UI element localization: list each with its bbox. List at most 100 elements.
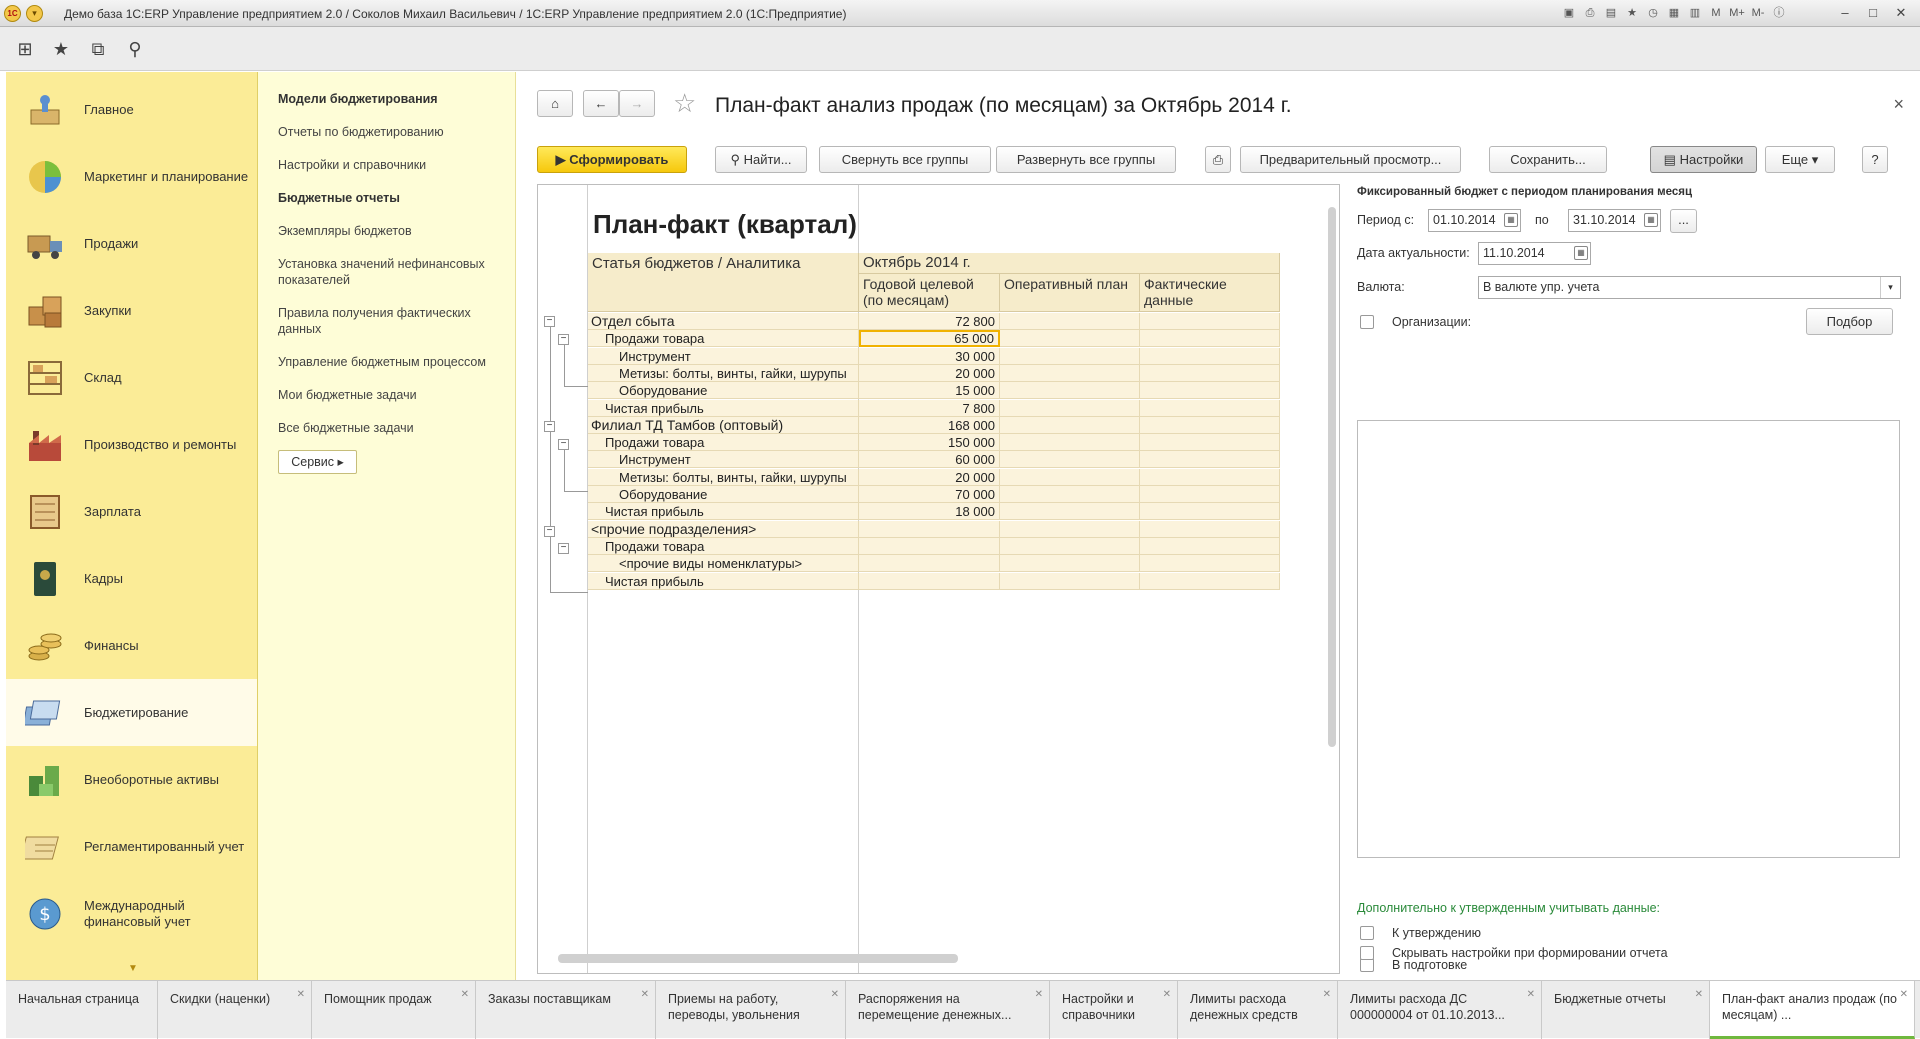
close-tab-icon[interactable]: ✕ (1900, 987, 1908, 1003)
window-tab[interactable]: Распоряжения на перемещение денежных... ✕ (846, 981, 1050, 1039)
close-tab-icon[interactable]: ✕ (461, 987, 469, 1003)
minimize-button[interactable]: – (1834, 4, 1856, 22)
calendar-icon[interactable]: ▦ (1574, 246, 1588, 260)
row-operative-value[interactable] (1000, 399, 1140, 417)
section-sales[interactable]: Продажи (6, 210, 257, 277)
calculator-icon[interactable]: ▦ (1665, 5, 1683, 22)
subnav-settings[interactable]: Настройки и справочники (278, 157, 508, 173)
zoom-minus-button[interactable]: M- (1749, 5, 1767, 22)
organizations-list[interactable] (1357, 420, 1900, 858)
row-annual-value[interactable] (859, 555, 1000, 573)
section-regulated-accounting[interactable]: Регламентированный учет (6, 813, 257, 880)
row-fact-value[interactable] (1140, 451, 1280, 469)
section-salary[interactable]: Зарплата (6, 478, 257, 545)
favorites-star-icon[interactable]: ★ (49, 37, 73, 61)
close-tab-icon[interactable]: ✕ (641, 987, 649, 1003)
row-operative-value[interactable] (1000, 572, 1140, 590)
organizations-checkbox[interactable] (1360, 315, 1374, 329)
row-fact-value[interactable] (1140, 364, 1280, 382)
in-prep-checkbox[interactable] (1360, 958, 1374, 972)
subnav-budget-reports-header[interactable]: Бюджетные отчеты (278, 190, 508, 206)
row-operative-value[interactable] (1000, 486, 1140, 503)
row-annual-value[interactable]: 150 000 (859, 434, 1000, 452)
row-operative-value[interactable] (1000, 503, 1140, 521)
find-button[interactable]: ⚲ Найти... (715, 146, 807, 173)
row-operative-value[interactable] (1000, 434, 1140, 452)
zoom-plus-button[interactable]: M+ (1728, 5, 1746, 22)
row-fact-value[interactable] (1140, 468, 1280, 486)
row-annual-value[interactable]: 20 000 (859, 468, 1000, 486)
subnav-budget-reports[interactable]: Отчеты по бюджетированию (278, 124, 508, 140)
row-fact-value[interactable] (1140, 399, 1280, 417)
report-row[interactable]: <прочие подразделения> (538, 520, 1298, 538)
generate-button[interactable]: ▶ Сформировать (537, 146, 687, 173)
history-icon[interactable]: ⧉ (86, 37, 110, 61)
window-tab[interactable]: Бюджетные отчеты ✕ (1542, 981, 1710, 1039)
row-annual-value[interactable]: 20 000 (859, 364, 1000, 382)
zoom-m-button[interactable]: M (1707, 5, 1725, 22)
section-ifrs[interactable]: $ Международный финансовый учет (6, 880, 257, 947)
section-main[interactable]: Главное (6, 76, 257, 143)
close-tab-icon[interactable]: ✕ (1035, 987, 1043, 1003)
period-from-field[interactable]: 01.10.2014 ▦ (1428, 209, 1521, 232)
close-tab-icon[interactable]: ✕ (1323, 987, 1331, 1003)
row-annual-value[interactable]: 65 000 (859, 330, 1000, 348)
report-row[interactable]: Продажи товара 65 000 (538, 330, 1298, 348)
section-budgeting[interactable]: Бюджетирование (6, 679, 257, 746)
report-row[interactable]: Оборудование 70 000 (538, 486, 1298, 503)
hide-settings-checkbox[interactable] (1360, 946, 1374, 960)
back-button[interactable]: ← (583, 90, 619, 117)
close-window-button[interactable]: ✕ (1890, 4, 1912, 22)
row-annual-value[interactable]: 7 800 (859, 399, 1000, 417)
preview-button[interactable]: Предварительный просмотр... (1240, 146, 1461, 173)
forward-button[interactable]: → (619, 90, 655, 117)
row-annual-value[interactable]: 30 000 (859, 347, 1000, 365)
to-approve-checkbox[interactable] (1360, 926, 1374, 940)
calendar-icon[interactable]: ▥ (1686, 5, 1704, 22)
close-tab-icon[interactable]: ✕ (831, 987, 839, 1003)
report-spreadsheet[interactable]: План-факт (квартал) Статья бюджетов / Ан… (537, 184, 1340, 974)
subnav-process[interactable]: Управление бюджетным процессом (278, 354, 508, 370)
collapse-all-button[interactable]: Свернуть все группы (819, 146, 991, 173)
pick-button[interactable]: Подбор (1806, 308, 1893, 335)
row-fact-value[interactable] (1140, 434, 1280, 452)
report-row[interactable]: Метизы: болты, винты, гайки, шурупы 20 00… (538, 364, 1298, 382)
row-annual-value[interactable] (859, 520, 1000, 538)
section-finance[interactable]: Финансы (6, 612, 257, 679)
subnav-nonfinancial[interactable]: Установка значений нефинансовых показате… (278, 256, 508, 288)
row-operative-value[interactable] (1000, 330, 1140, 348)
report-row[interactable]: Продажи товара (538, 537, 1298, 555)
row-operative-value[interactable] (1000, 468, 1140, 486)
row-operative-value[interactable] (1000, 537, 1140, 555)
apps-grid-icon[interactable]: ⊞ (13, 37, 37, 61)
section-warehouse[interactable]: Склад (6, 344, 257, 411)
row-fact-value[interactable] (1140, 520, 1280, 538)
favorite-star-icon[interactable]: ☆ (673, 88, 696, 119)
report-row[interactable]: <прочие виды номенклатуры> (538, 555, 1298, 573)
section-marketing[interactable]: Маркетинг и планирование (6, 143, 257, 210)
help-button[interactable]: ? (1862, 146, 1888, 173)
report-row[interactable]: Филиал ТД Тамбов (оптовый) 168 000 (538, 416, 1298, 434)
row-annual-value[interactable]: 60 000 (859, 451, 1000, 469)
window-tab[interactable]: Скидки (наценки) ✕ (158, 981, 312, 1039)
row-fact-value[interactable] (1140, 503, 1280, 521)
row-fact-value[interactable] (1140, 382, 1280, 400)
print-button[interactable]: ⎙ (1205, 146, 1231, 173)
maximize-button[interactable]: □ (1862, 4, 1884, 22)
close-tab-icon[interactable]: ✕ (1163, 987, 1171, 1003)
row-fact-value[interactable] (1140, 555, 1280, 573)
row-operative-value[interactable] (1000, 313, 1140, 330)
close-tab-icon[interactable]: ✕ (1527, 987, 1535, 1003)
subnav-all-tasks[interactable]: Все бюджетные задачи (278, 420, 508, 436)
report-row[interactable]: Чистая прибыль 18 000 (538, 503, 1298, 521)
report-row[interactable]: Инструмент 30 000 (538, 347, 1298, 365)
report-row[interactable]: Оборудование 15 000 (538, 382, 1298, 400)
row-annual-value[interactable]: 70 000 (859, 486, 1000, 503)
close-form-icon[interactable]: × (1893, 94, 1904, 115)
subnav-fact-rules[interactable]: Правила получения фактических данных (278, 305, 508, 337)
report-row[interactable]: Отдел сбыта 72 800 (538, 313, 1298, 330)
window-tab[interactable]: Настройки и справочники ✕ (1050, 981, 1178, 1039)
row-operative-value[interactable] (1000, 451, 1140, 469)
row-operative-value[interactable] (1000, 416, 1140, 434)
home-button[interactable]: ⌂ (537, 90, 573, 117)
